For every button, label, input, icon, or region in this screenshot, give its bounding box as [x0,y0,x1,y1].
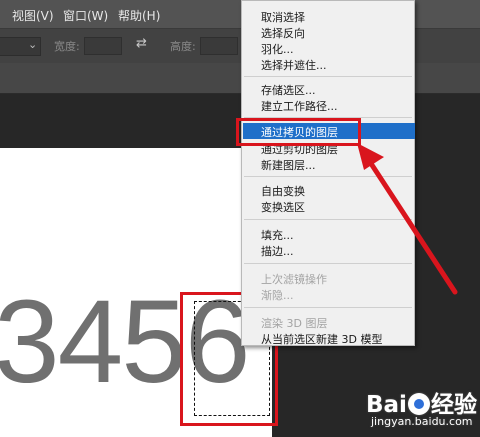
annotation-arrow-shaft [367,159,458,295]
baidu-watermark: Bai 经验 [366,385,477,419]
paw-icon [407,393,430,415]
watermark-url: jingyan.baidu.com [371,415,473,428]
annotation-arrow [357,143,458,295]
